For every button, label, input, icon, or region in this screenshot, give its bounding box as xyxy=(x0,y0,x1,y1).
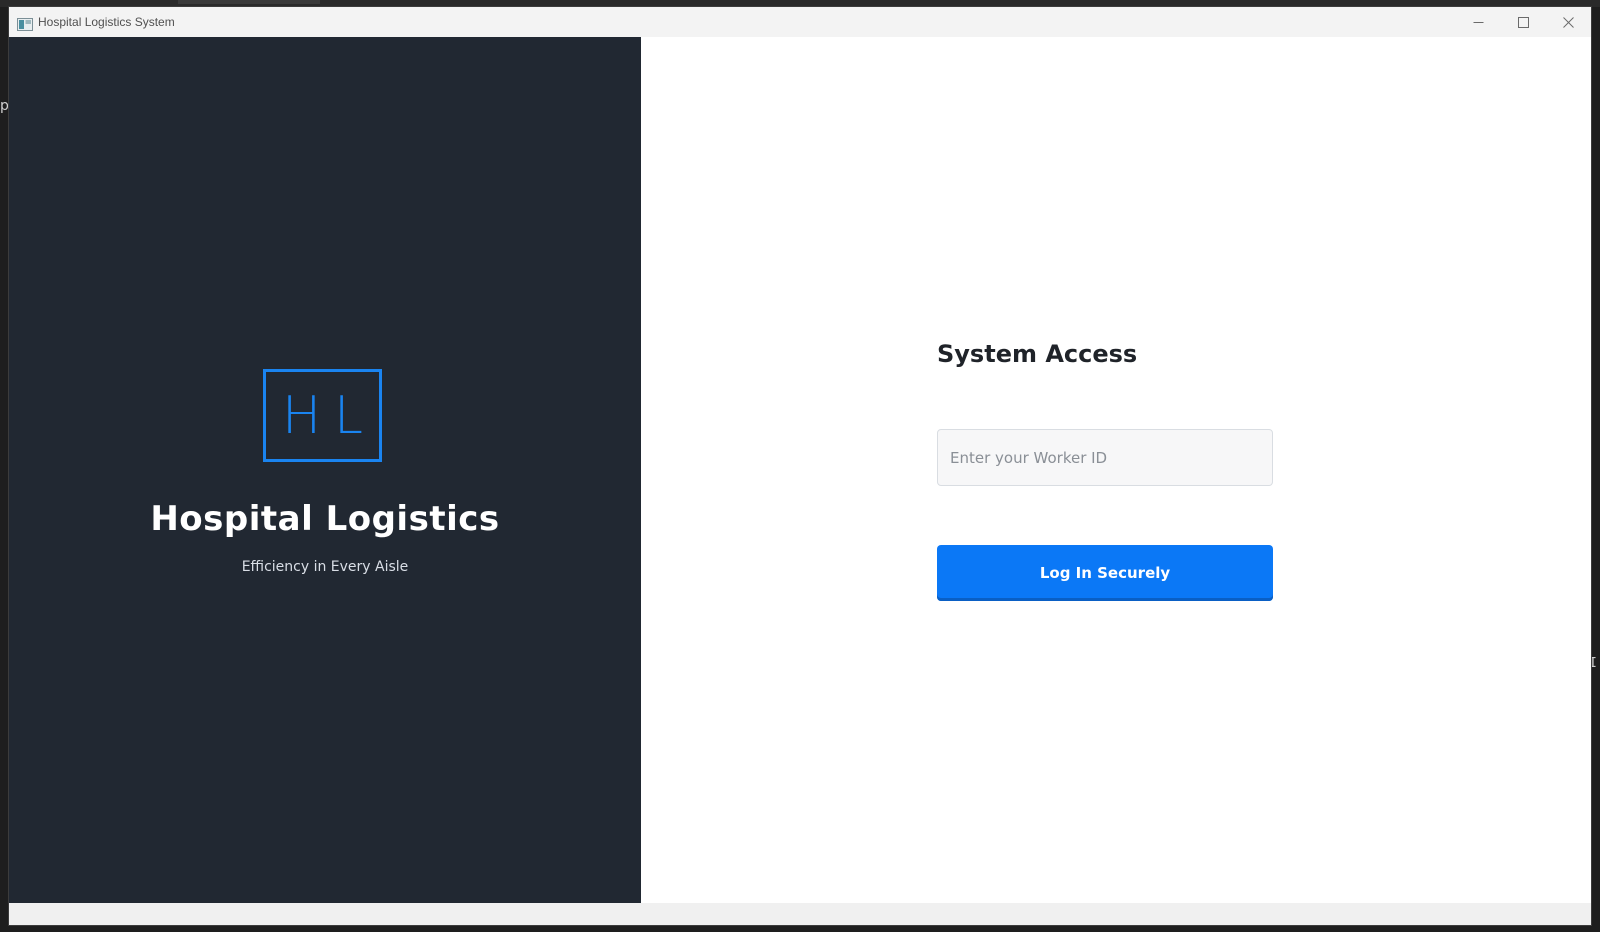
app-logo: HL xyxy=(263,369,382,462)
login-button[interactable]: Log In Securely xyxy=(937,545,1273,601)
maximize-icon xyxy=(1518,16,1529,28)
logo-text: HL xyxy=(281,385,377,446)
app-window: Hospital Logistics System HL Hospital Lo… xyxy=(9,7,1591,925)
window-title: Hospital Logistics System xyxy=(38,15,175,29)
minimize-button[interactable] xyxy=(1456,7,1501,37)
window-bottom-strip xyxy=(9,903,1591,925)
minimize-icon xyxy=(1473,21,1484,23)
desktop-background-tab xyxy=(178,0,320,4)
window-content: HL Hospital Logistics Efficiency in Ever… xyxy=(9,37,1591,925)
login-panel: System Access Log In Securely xyxy=(641,37,1591,903)
close-button[interactable] xyxy=(1546,7,1591,37)
app-window-icon xyxy=(17,16,33,31)
brand-panel: HL Hospital Logistics Efficiency in Ever… xyxy=(9,37,641,903)
title-bar[interactable]: Hospital Logistics System xyxy=(9,7,1591,37)
brand-title: Hospital Logistics xyxy=(150,499,500,539)
window-controls xyxy=(1456,7,1591,37)
brand-subtitle: Efficiency in Every Aisle xyxy=(241,559,409,575)
worker-id-input[interactable] xyxy=(937,429,1273,486)
desktop: p I Hospital Logistics System HL Hospita… xyxy=(0,0,1600,932)
maximize-button[interactable] xyxy=(1501,7,1546,37)
desktop-background-text: p xyxy=(0,98,9,114)
login-heading: System Access xyxy=(937,340,1138,368)
close-icon xyxy=(1563,16,1574,28)
